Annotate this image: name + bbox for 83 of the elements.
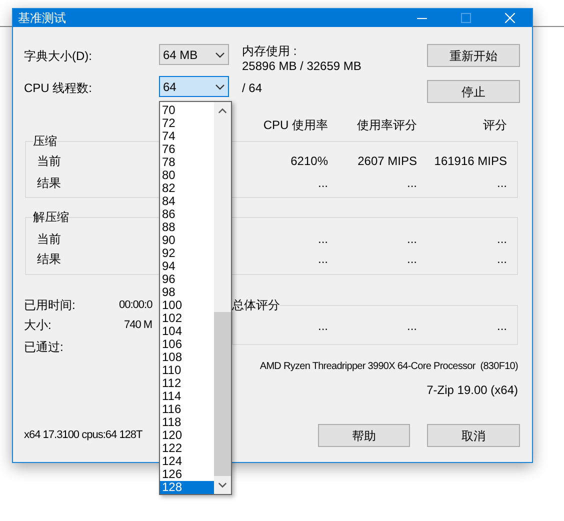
list-option[interactable]: 108: [160, 351, 214, 364]
table-cell-text: ...: [496, 251, 507, 268]
list-option[interactable]: 70: [160, 104, 214, 117]
scrollbar[interactable]: [214, 102, 231, 494]
list-option[interactable]: 124: [160, 455, 214, 468]
row-label: 当前: [36, 231, 61, 248]
table-cell-text: ...: [316, 251, 328, 268]
chevron-down-icon: [215, 84, 225, 90]
list-option[interactable]: 116: [160, 403, 214, 416]
memory-value: 25896 MB / 32659 MB: [242, 59, 362, 74]
dictionary-dropdown[interactable]: 64 MB: [159, 44, 229, 65]
list-option[interactable]: 88: [160, 221, 214, 234]
list-option[interactable]: 122: [160, 442, 214, 455]
group-label: 压缩: [33, 134, 57, 148]
row-label: 当前: [36, 153, 61, 170]
column-header: 使用率评分: [356, 118, 417, 132]
table-cell-text: ...: [496, 175, 507, 192]
list-option[interactable]: 92: [160, 247, 214, 260]
table-cell-text: 2607 MIPS: [356, 153, 417, 170]
chevron-up-icon: [218, 108, 227, 114]
list-option[interactable]: 90: [160, 234, 214, 247]
list-option[interactable]: 86: [160, 208, 214, 221]
list-option[interactable]: 104: [160, 325, 214, 338]
field-label: 字典大小(D):: [24, 48, 93, 65]
table-cell-text: ...: [316, 175, 328, 192]
chevron-down-icon: [218, 482, 227, 488]
column-header: 评分: [482, 118, 507, 132]
version-text: 7-Zip 19.00 (x64): [426, 382, 518, 398]
list-option[interactable]: 120: [160, 429, 214, 442]
group-label: 总体评分: [232, 298, 280, 312]
table-cell-text: ...: [406, 175, 417, 192]
row-label: 结果: [36, 251, 61, 268]
table-cell-text: ...: [406, 231, 417, 248]
list-option[interactable]: 128: [160, 481, 214, 494]
table-cell-text: ...: [496, 318, 507, 335]
list-option[interactable]: 78: [160, 156, 214, 169]
chevron-down-icon: [215, 52, 225, 58]
list-option[interactable]: 110: [160, 364, 214, 377]
stat-value: 740 M: [123, 318, 152, 333]
dialog-button[interactable]: 重新开始: [427, 44, 520, 67]
list-option[interactable]: 94: [160, 260, 214, 273]
dialog-button[interactable]: 停止: [427, 80, 520, 103]
field-label: CPU 线程数:: [24, 80, 94, 97]
column-header: CPU 使用率: [262, 118, 328, 132]
table-cell-text: ...: [316, 318, 328, 335]
table-cell-text: ...: [316, 231, 328, 248]
list-option[interactable]: 118: [160, 416, 214, 429]
list-option[interactable]: 112: [160, 377, 214, 390]
table-cell-text: 161916 MIPS: [433, 153, 507, 170]
list-option[interactable]: 126: [160, 468, 214, 481]
list-option[interactable]: 98: [160, 286, 214, 299]
window-title: 基准测试: [17, 10, 66, 27]
list-option[interactable]: 106: [160, 338, 214, 351]
table-cell-text: 6210%: [290, 153, 328, 170]
list-option[interactable]: 74: [160, 130, 214, 143]
list-option[interactable]: 80: [160, 169, 214, 182]
table-cell-text: ...: [406, 251, 417, 268]
build-info: x64 17.3100 cpus:64 128T: [24, 428, 142, 444]
thread-max: / 64: [242, 80, 262, 97]
scrollbar-thumb[interactable]: [214, 312, 231, 476]
list-option[interactable]: 84: [160, 195, 214, 208]
maximize-icon: [461, 13, 471, 23]
cpu-name: AMD Ryzen Threadripper 3990X 64-Core Processor (830F10): [260, 360, 518, 374]
memory-label: 内存使用 :: [242, 44, 298, 59]
stat-label: 大小:: [24, 317, 52, 334]
list-option[interactable]: 72: [160, 117, 214, 130]
list-option[interactable]: 114: [160, 390, 214, 403]
dialog-button[interactable]: 帮助: [318, 424, 410, 447]
row-label: 结果: [36, 175, 61, 192]
dialog-button[interactable]: 取消: [427, 424, 520, 447]
list-option[interactable]: 82: [160, 182, 214, 195]
thread-count-dropdown[interactable]: 64: [159, 76, 229, 97]
stat-value: 00:00:0: [119, 298, 152, 313]
list-option[interactable]: 96: [160, 273, 214, 286]
list-option[interactable]: 76: [160, 143, 214, 156]
table-cell-text: ...: [406, 318, 417, 335]
table-cell-text: ...: [496, 231, 507, 248]
stat-label: 已用时间:: [24, 297, 76, 314]
close-icon: [505, 13, 515, 23]
group-label: 解压缩: [33, 210, 69, 224]
list-option[interactable]: 100: [160, 299, 214, 312]
list-option[interactable]: 102: [160, 312, 214, 325]
stat-label: 已通过:: [24, 339, 64, 356]
